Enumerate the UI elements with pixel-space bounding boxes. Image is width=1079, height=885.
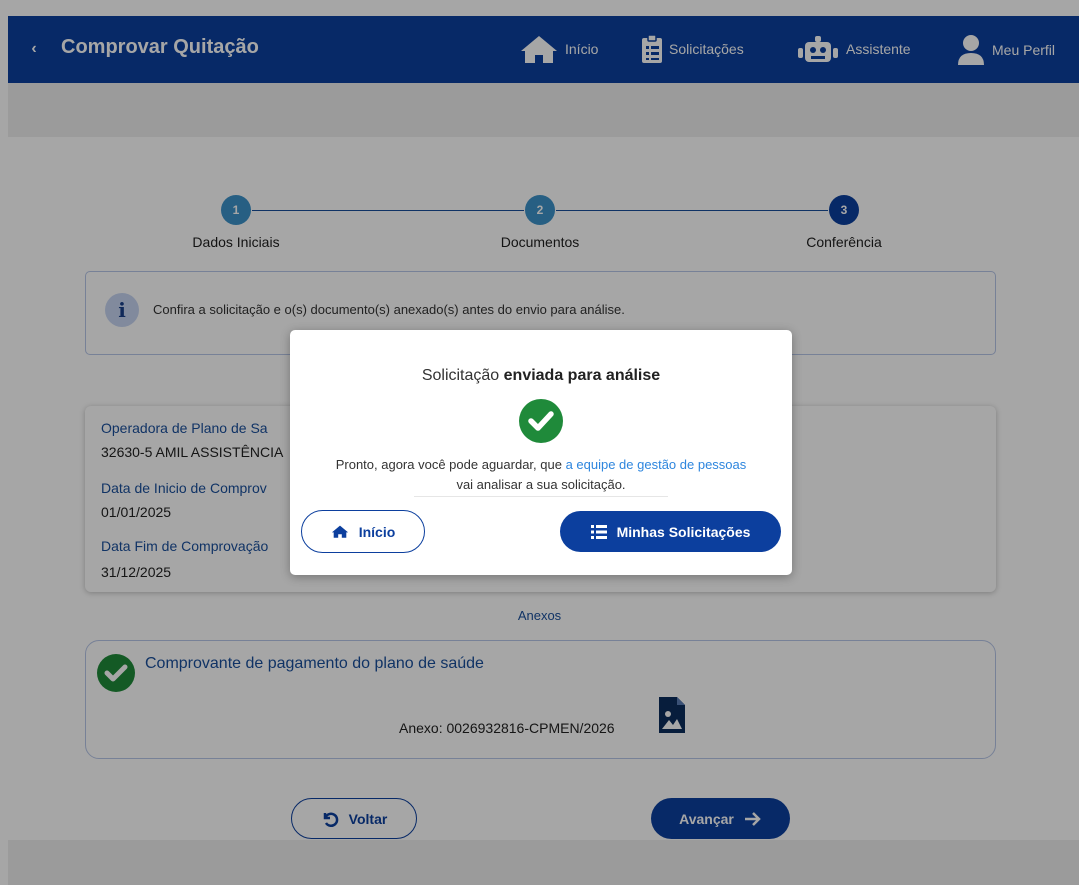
- modal-title-bold: enviada para análise: [503, 367, 661, 384]
- list-icon: [590, 524, 607, 539]
- modal-message: Pronto, agora você pode aguardar, que a …: [290, 455, 792, 495]
- modal-home-label: Início: [358, 523, 396, 540]
- home-icon: [331, 525, 348, 538]
- success-check-icon: [519, 399, 563, 443]
- modal-title-prefix: Solicitação: [421, 367, 504, 384]
- modal-my-requests-button[interactable]: Minhas Solicitações: [560, 511, 781, 552]
- modal-home-button[interactable]: Início: [301, 510, 425, 553]
- modal-divider: [414, 496, 668, 497]
- modal-msg-part1: Pronto, agora você pode aguardar, que: [335, 457, 566, 472]
- modal-my-requests-label: Minhas Solicitações: [616, 523, 751, 540]
- modal-title: Solicitação enviada para análise: [290, 367, 792, 385]
- gestao-pessoas-link[interactable]: a equipe de gestão de pessoas: [566, 457, 747, 472]
- success-modal: Solicitação enviada para análise Pronto,…: [290, 330, 792, 575]
- modal-msg-part2: vai analisar a sua solicitação.: [456, 477, 626, 492]
